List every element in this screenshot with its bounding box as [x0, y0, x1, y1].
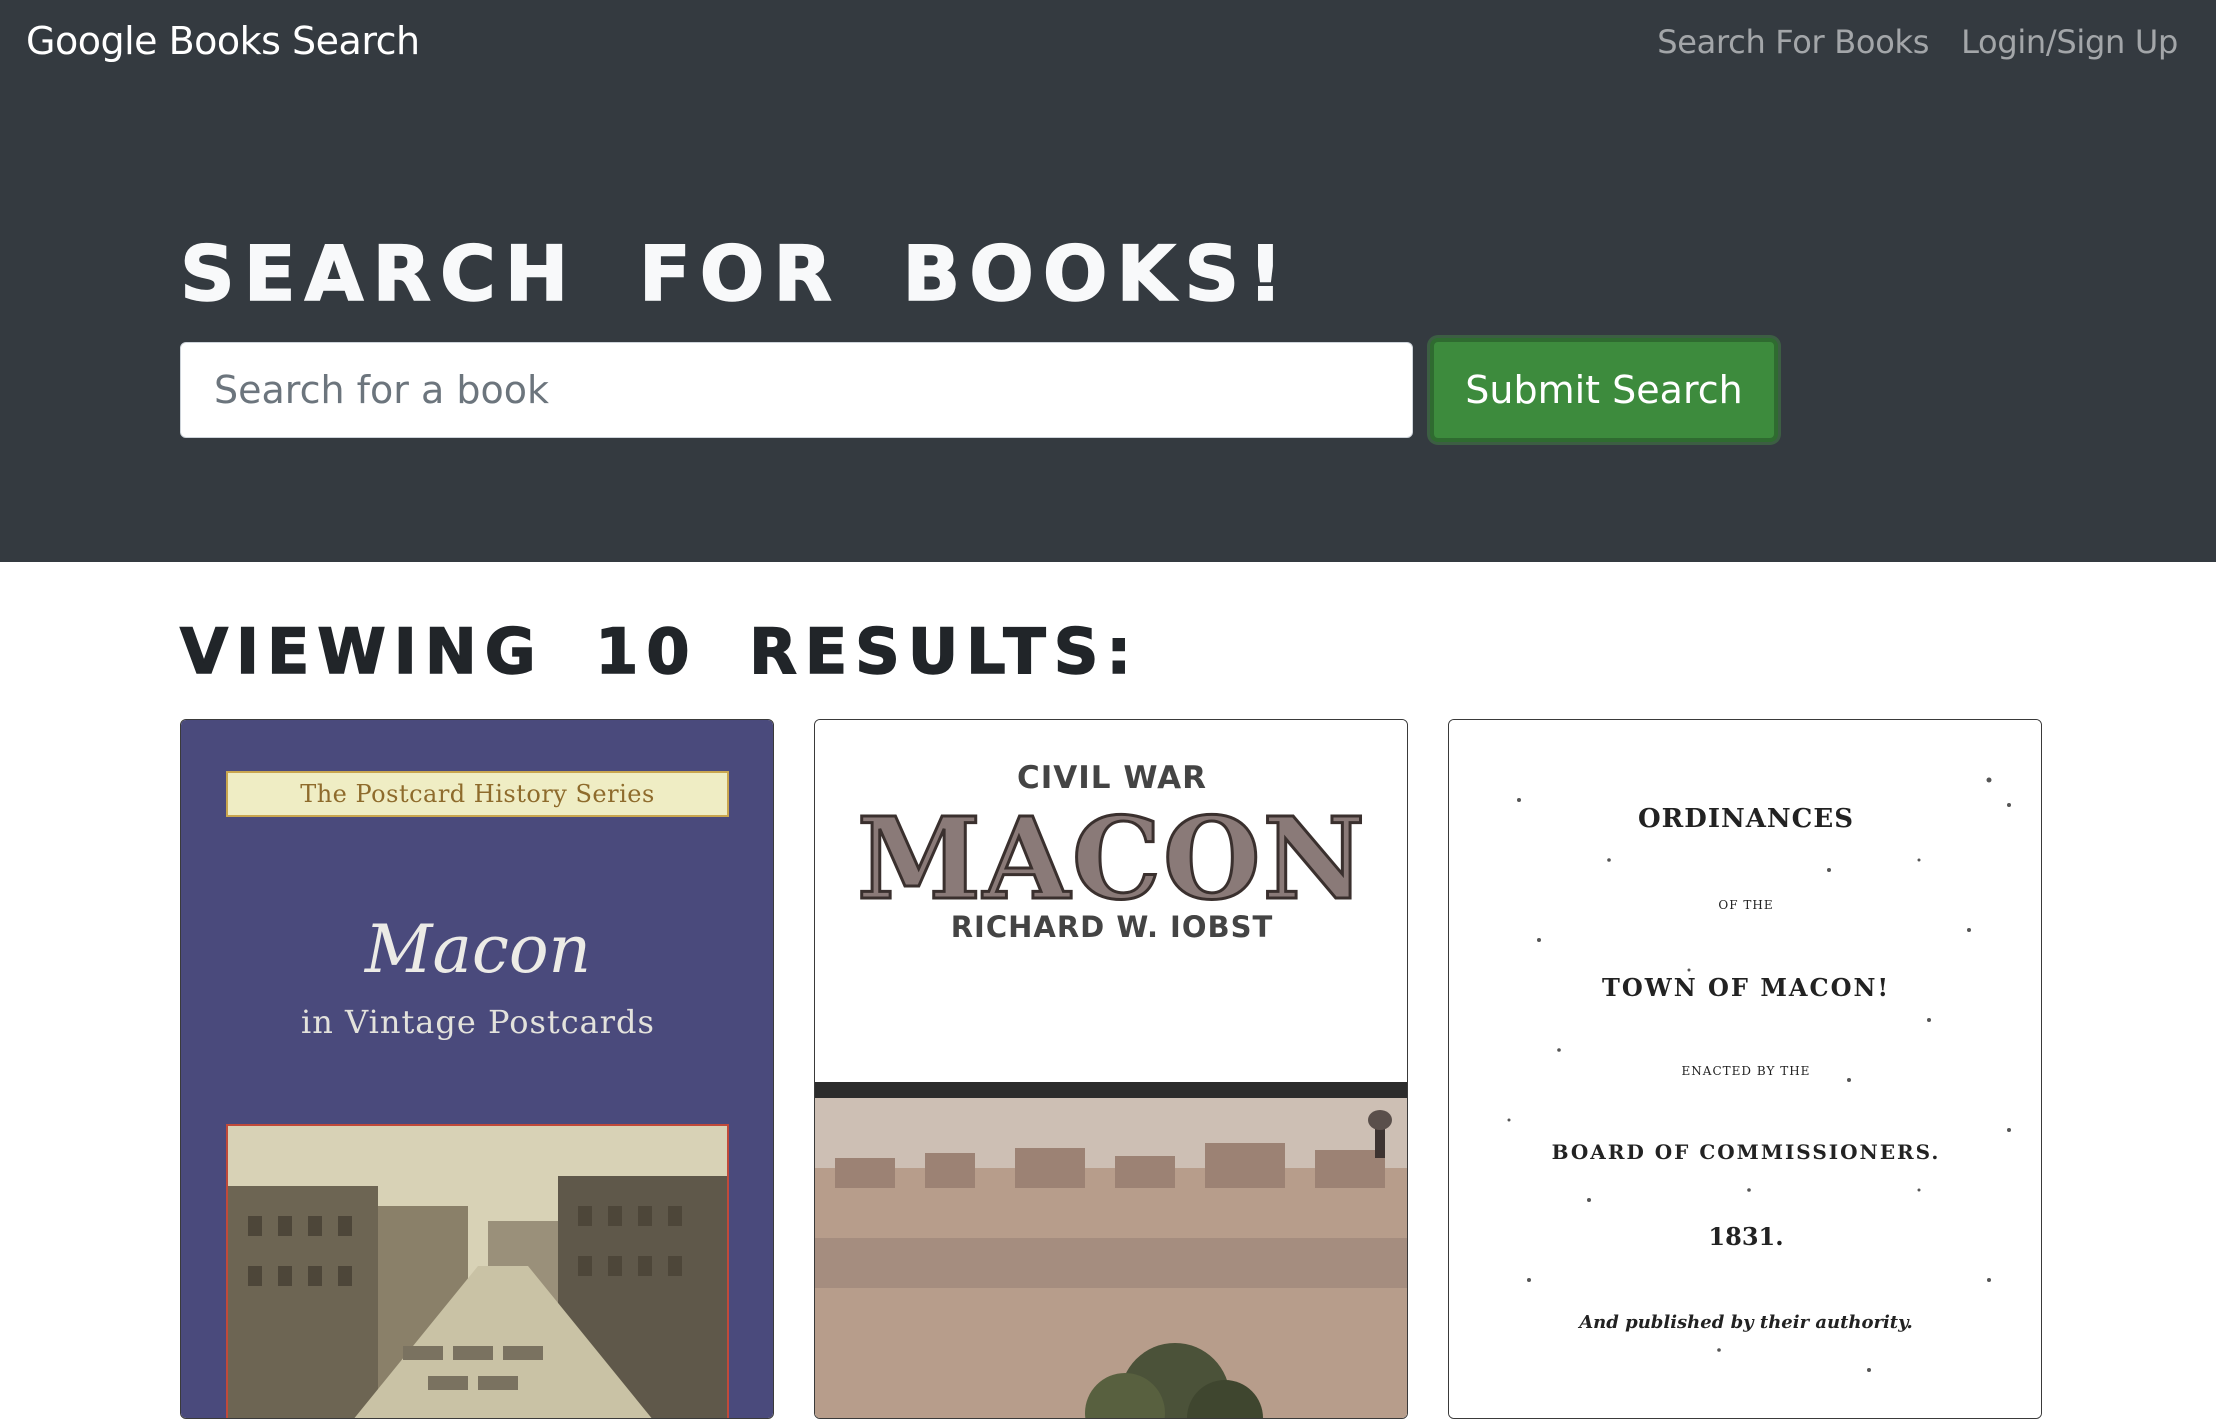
book-card[interactable]: The Postcard History Series Macon in Vin…: [180, 719, 774, 1419]
book-cover-image: CIVIL WAR MACON RICHARD W. IOBST: [815, 720, 1407, 1418]
cover-title: Macon: [364, 911, 592, 988]
results-heading: Viewing 10 results:: [179, 614, 1140, 689]
nav-link-login-sign-up[interactable]: Login/Sign Up: [1961, 18, 2178, 66]
submit-search-button[interactable]: Submit Search: [1430, 338, 1778, 442]
cover-title: MACON: [856, 794, 1367, 925]
cover-painting: [815, 1098, 1407, 1418]
book-card[interactable]: ORDINANCES OF THE TOWN OF MACON! ENACTED…: [1448, 719, 2042, 1419]
book-cover-image: ORDINANCES OF THE TOWN OF MACON! ENACTED…: [1449, 720, 2041, 1418]
cover-kicker: CIVIL WAR: [1016, 760, 1208, 796]
cover-speckles: [1507, 777, 2011, 1372]
nav-link-search-for-books[interactable]: Search For Books: [1657, 18, 1929, 66]
cover-divider: [815, 1082, 1407, 1098]
search-form: Submit Search: [180, 338, 1778, 442]
cover-street-photo: [226, 1124, 729, 1418]
cover-subtitle: in Vintage Postcards: [301, 1003, 655, 1041]
page-title: Search for Books!: [179, 228, 1292, 319]
navbar-brand[interactable]: Google Books Search: [26, 14, 420, 68]
search-hero: Search for Books! Submit Search: [0, 84, 2216, 562]
book-cover-image: The Postcard History Series Macon in Vin…: [181, 720, 773, 1418]
book-card[interactable]: CIVIL WAR MACON RICHARD W. IOBST: [814, 719, 1408, 1419]
search-input[interactable]: [180, 342, 1413, 438]
results-list: The Postcard History Series Macon in Vin…: [180, 719, 2042, 1419]
nav-links: Search For Books Login/Sign Up: [1657, 18, 2178, 66]
cover-series-label: The Postcard History Series: [226, 771, 729, 817]
navbar: Google Books Search Search For Books Log…: [0, 0, 2216, 84]
cover-author: RICHARD W. IOBST: [950, 910, 1274, 944]
